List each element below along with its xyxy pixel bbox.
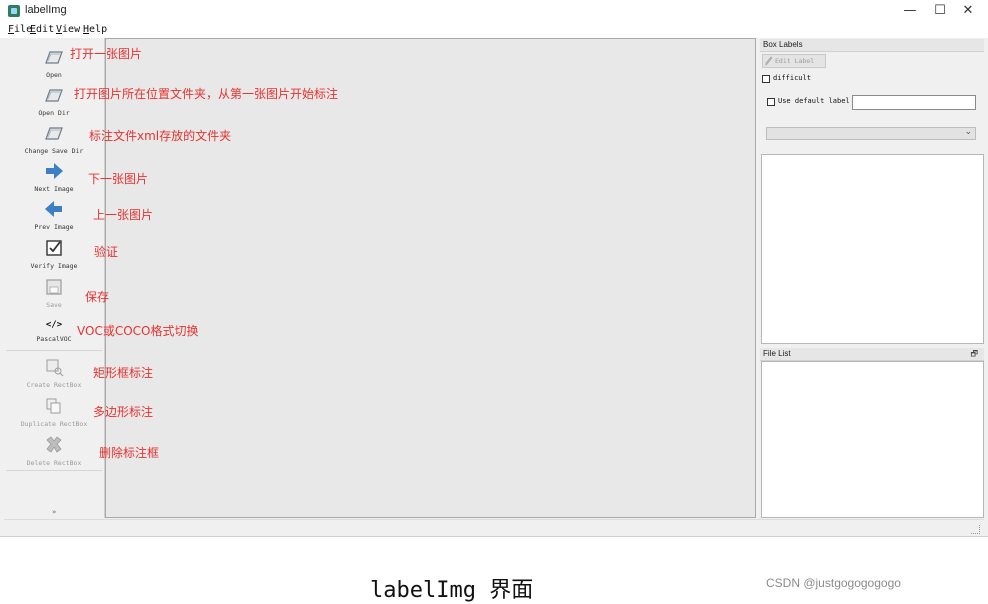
arrow-left-icon [45, 201, 62, 217]
toolbar-extension-icon[interactable]: » [52, 508, 56, 516]
annotation-change-save-dir: 标注文件xml存放的文件夹 [89, 129, 232, 143]
label-list[interactable] [761, 154, 984, 344]
delete-rectbox-label: Delete RectBox [26, 459, 82, 467]
maximize-button[interactable]: ☐ [925, 2, 955, 20]
close-button[interactable]: ✕ [953, 2, 983, 20]
annotation-prev-image: 上一张图片 [93, 208, 154, 222]
figure-caption: labelImg 界面 [370, 578, 534, 603]
prev-image-label: Prev Image [34, 223, 74, 231]
open-dir-label: Open Dir [38, 109, 70, 117]
folder-open-icon [45, 51, 63, 64]
difficult-label: difficult [773, 74, 811, 82]
menu-bar: File Edit View Help [0, 22, 988, 38]
float-dock-icon[interactable]: 🗗 [970, 348, 978, 360]
menu-view-label: iew [62, 24, 81, 35]
image-canvas[interactable] [105, 38, 756, 518]
menu-help[interactable]: Help [83, 24, 107, 35]
annotation-open: 打开一张图片 [70, 47, 143, 61]
toolbar-separator [6, 350, 102, 351]
toolbar-separator [6, 470, 102, 471]
annotation-next-image: 下一张图片 [88, 172, 149, 186]
arrow-right-icon [46, 163, 63, 179]
label-combobox[interactable]: ⌄ [766, 127, 976, 140]
difficult-checkbox[interactable] [762, 75, 770, 83]
annotation-delete-rectbox: 删除标注框 [99, 446, 160, 460]
annotation-format: VOC或COCO格式切换 [77, 324, 199, 338]
create-rectbox-button[interactable]: Create RectBox [4, 356, 104, 389]
pencil-icon [765, 56, 773, 66]
box-labels-title: Box Labels [760, 39, 984, 52]
use-default-label-label: Use default label [778, 97, 850, 105]
checkbox-checked-icon [46, 240, 62, 256]
open-label: Open [46, 71, 62, 79]
edit-label-text: Edit Label [775, 57, 815, 65]
annotation-open-dir: 打开图片所在位置文件夹，从第一张图片开始标注 [74, 87, 339, 101]
default-label-input[interactable] [852, 95, 976, 110]
chevron-down-icon: ⌄ [964, 127, 972, 137]
copy-icon [46, 398, 61, 414]
file-list[interactable] [761, 361, 984, 518]
delete-x-icon [46, 436, 62, 453]
prev-image-button[interactable]: Prev Image [4, 198, 104, 231]
menu-edit-label: dit [36, 24, 55, 35]
duplicate-rectbox-button[interactable]: Duplicate RectBox [4, 395, 104, 428]
delete-rectbox-button[interactable]: Delete RectBox [4, 434, 104, 467]
menu-edit[interactable]: Edit [30, 24, 54, 35]
save-disk-icon [46, 279, 62, 295]
file-list-title: File List [763, 349, 791, 358]
menu-help-label: elp [89, 24, 108, 35]
status-bar [4, 519, 984, 536]
window-title: labelImg [25, 4, 67, 16]
folder-open-icon [45, 89, 63, 102]
duplicate-rectbox-label: Duplicate RectBox [20, 420, 88, 428]
use-default-label-checkbox[interactable] [767, 98, 775, 106]
file-list-dock: File List 🗗 [760, 348, 984, 361]
verify-image-button[interactable]: Verify Image [4, 237, 104, 270]
code-icon: </> [45, 320, 63, 330]
annotation-verify: 验证 [94, 245, 119, 259]
verify-image-label: Verify Image [30, 262, 78, 270]
title-bar: labelImg — ☐ ✕ [0, 0, 988, 22]
change-save-dir-label: Change Save Dir [24, 147, 84, 155]
minimize-button[interactable]: — [895, 2, 925, 20]
annotation-create-rectbox: 矩形框标注 [93, 366, 154, 380]
menu-file[interactable]: File [8, 24, 32, 35]
file-list-title-bar: File List 🗗 [760, 348, 984, 361]
menu-view[interactable]: View [56, 24, 80, 35]
create-rectbox-label: Create RectBox [26, 381, 82, 389]
folder-open-icon [45, 127, 63, 140]
resize-grip-icon[interactable] [971, 525, 980, 534]
app-icon [8, 5, 20, 17]
edit-label-button[interactable]: Edit Label [762, 54, 826, 68]
box-labels-dock: Box Labels [760, 39, 984, 52]
annotation-duplicate-rectbox: 多边形标注 [93, 405, 154, 419]
annotation-save: 保存 [85, 290, 110, 304]
left-toolbar: Open Open Dir Change Save Dir Next Image [4, 38, 105, 518]
create-box-icon [46, 359, 64, 377]
csdn-watermark: CSDN @justgogogogogo [766, 576, 901, 590]
